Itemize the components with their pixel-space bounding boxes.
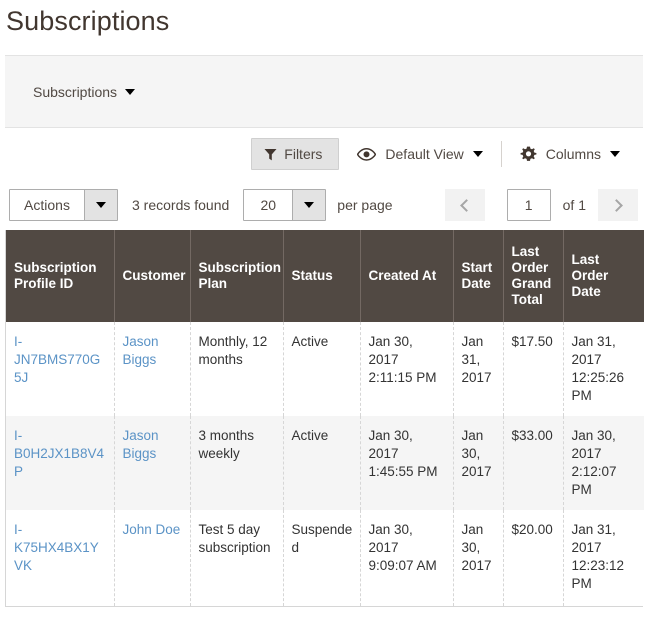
table-row[interactable]: I-B0H2JX1B8V4P Jason Biggs 3 months week… (6, 416, 644, 510)
filters-label: Filters (284, 146, 323, 162)
table-row[interactable]: I-JN7BMS770G5J Jason Biggs Monthly, 12 m… (6, 322, 644, 416)
chevron-down-icon (96, 202, 106, 208)
cell-last-order-date: Jan 31, 2017 12:25:26 PM (563, 322, 644, 416)
cell-customer: Jason Biggs (114, 416, 191, 510)
cell-start-date: Jan 30, 2017 (453, 510, 504, 606)
chevron-down-icon (125, 88, 136, 95)
cell-profile-id: I-K75HX4BX1YVK (6, 510, 115, 606)
subscription-profile-link[interactable]: I-JN7BMS770G5J (14, 334, 100, 385)
pagination: of 1 (444, 189, 638, 221)
cell-last-order-date: Jan 30, 2017 2:12:07 PM (563, 416, 644, 510)
tab-subscriptions[interactable]: Subscriptions (5, 83, 136, 100)
column-header-subscription-profile-id[interactable]: Subscription Profile ID (6, 230, 115, 322)
tab-subscriptions-label: Subscriptions (33, 83, 118, 100)
cell-status: Suspended (283, 510, 361, 606)
column-header-start-date[interactable]: Start Date (453, 230, 504, 322)
cell-plan: Monthly, 12 months (190, 322, 284, 416)
default-view-label: Default View (385, 146, 464, 162)
per-page-label: per page (337, 197, 393, 213)
chevron-down-icon (472, 151, 483, 157)
grid-admin-bar: Actions 3 records found 20 per page of 1 (0, 180, 648, 230)
cell-last-order-date: Jan 31, 2017 12:23:12 PM (563, 510, 644, 606)
cell-created-at: Jan 30, 2017 9:09:07 AM (360, 510, 454, 606)
cell-plan: 3 months weekly (190, 416, 284, 510)
page-number-input[interactable] (506, 189, 551, 221)
column-header-status[interactable]: Status (283, 230, 361, 322)
cell-plan: Test 5 day subscription (190, 510, 284, 606)
page-total-label: of 1 (562, 197, 586, 213)
subscription-profile-link[interactable]: I-B0H2JX1B8V4P (14, 428, 104, 479)
chevron-right-icon (610, 198, 623, 212)
previous-page-button[interactable] (444, 189, 485, 221)
column-header-customer[interactable]: Customer (114, 230, 191, 322)
columns-label: Columns (545, 146, 601, 162)
table-row[interactable]: I-K75HX4BX1YVK John Doe Test 5 day subsc… (6, 510, 644, 606)
records-found-label: 3 records found (132, 197, 230, 213)
chevron-down-icon (610, 151, 620, 157)
cell-profile-id: I-JN7BMS770G5J (6, 322, 115, 416)
customer-link[interactable]: Jason Biggs (123, 334, 159, 367)
subscriptions-grid: Subscription Profile ID Customer Subscri… (5, 230, 644, 607)
chevron-down-icon (304, 202, 315, 208)
chevron-left-icon (459, 198, 473, 212)
next-page-button[interactable] (598, 189, 638, 221)
per-page-value: 20 (260, 197, 277, 213)
customer-link[interactable]: Jason Biggs (123, 428, 159, 461)
filters-button[interactable]: Filters (251, 138, 340, 170)
page-title: Subscriptions (6, 6, 170, 36)
actions-dropdown-arrow[interactable] (84, 190, 117, 220)
cell-created-at: Jan 30, 2017 2:11:15 PM (360, 322, 454, 416)
per-page-dropdown[interactable]: 20 (243, 189, 327, 221)
cell-last-order-total: $20.00 (503, 510, 564, 606)
funnel-icon (264, 148, 277, 161)
column-header-subscription-plan[interactable]: Subscription Plan (190, 230, 284, 322)
actions-label: Actions (24, 197, 70, 213)
cell-start-date: Jan 31, 2017 (453, 322, 504, 416)
table-header-row: Subscription Profile ID Customer Subscri… (6, 230, 644, 322)
cell-start-date: Jan 30, 2017 (453, 416, 504, 510)
cell-last-order-total: $17.50 (503, 322, 564, 416)
columns-dropdown[interactable]: Columns (502, 141, 638, 167)
cell-customer: Jason Biggs (114, 322, 191, 416)
cell-customer: John Doe (114, 510, 191, 606)
grid-toolbar: Filters Default View Columns (0, 128, 648, 180)
gear-icon (520, 146, 537, 163)
per-page-dropdown-arrow[interactable] (292, 190, 326, 220)
cell-status: Active (283, 322, 361, 416)
cell-last-order-total: $33.00 (503, 416, 564, 510)
cell-profile-id: I-B0H2JX1B8V4P (6, 416, 115, 510)
column-header-last-order-date[interactable]: Last Order Date (563, 230, 644, 322)
eye-icon (357, 147, 377, 161)
grid-tab-strip: Subscriptions (5, 55, 643, 128)
customer-link[interactable]: John Doe (123, 522, 181, 537)
actions-dropdown[interactable]: Actions (9, 189, 118, 221)
cell-status: Active (283, 416, 361, 510)
column-header-created-at[interactable]: Created At (360, 230, 454, 322)
subscription-profile-link[interactable]: I-K75HX4BX1YVK (14, 522, 99, 573)
cell-created-at: Jan 30, 2017 1:45:55 PM (360, 416, 454, 510)
default-view-dropdown[interactable]: Default View (339, 141, 500, 167)
column-header-last-order-grand-total[interactable]: Last Order Grand Total (503, 230, 564, 322)
